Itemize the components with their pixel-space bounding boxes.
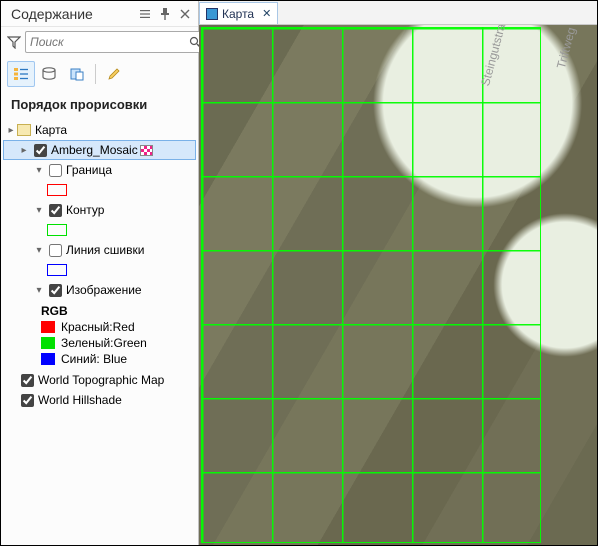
panel-toolbar — [1, 57, 198, 93]
tree-image-node[interactable]: ▾ Изображение — [3, 280, 196, 300]
search-row: ▾ — [1, 27, 198, 57]
tab-map[interactable]: Карта ✕ — [199, 2, 278, 24]
expander-icon[interactable]: ▸ — [18, 144, 30, 156]
contour-swatch — [47, 224, 67, 236]
boundary-swatch — [47, 184, 67, 196]
toolbar-separator — [95, 64, 96, 84]
seamline-swatch — [47, 264, 67, 276]
map-icon — [17, 124, 31, 136]
tree-contour-node[interactable]: ▾ Контур — [3, 200, 196, 220]
green-swatch — [41, 337, 55, 349]
expander-icon[interactable]: ▾ — [33, 164, 45, 176]
tree-label: World Hillshade — [38, 393, 122, 407]
map-view[interactable]: Steingutstraße Triftweg — [199, 25, 597, 545]
pin-icon[interactable] — [158, 7, 172, 21]
rgb-red-row: Красный:Red — [41, 320, 196, 334]
visibility-checkbox[interactable] — [21, 374, 34, 387]
expander-icon[interactable]: ▸ — [5, 124, 17, 136]
contour-grid-overlay — [201, 27, 541, 543]
tree-topo-node[interactable]: World Topographic Map — [3, 370, 196, 390]
options-icon[interactable] — [138, 7, 152, 21]
visibility-checkbox[interactable] — [49, 204, 62, 217]
tree-label: Контур — [66, 203, 104, 217]
expander-icon[interactable]: ▾ — [33, 204, 45, 216]
rgb-text: Синий: Blue — [61, 352, 127, 366]
close-icon[interactable]: ✕ — [262, 7, 271, 20]
visibility-checkbox[interactable] — [49, 244, 62, 257]
visibility-checkbox[interactable] — [49, 284, 62, 297]
layer-tree: ▸ Карта ▸ Amberg_Mosaic ▾ Граница ▾ Конт… — [1, 118, 198, 545]
tree-seamline-node[interactable]: ▾ Линия сшивки — [3, 240, 196, 260]
rgb-green-row: Зеленый:Green — [41, 336, 196, 350]
list-by-selection-button[interactable] — [63, 61, 91, 87]
map-tab-icon — [206, 8, 218, 20]
list-by-drawing-order-button[interactable] — [7, 61, 35, 87]
blue-swatch — [41, 353, 55, 365]
rgb-text: Зеленый:Green — [61, 336, 147, 350]
tree-mosaic-node[interactable]: ▸ Amberg_Mosaic — [3, 140, 196, 160]
contents-panel: Содержание ▾ — [1, 1, 199, 545]
panel-header: Содержание — [1, 1, 198, 27]
visibility-checkbox[interactable] — [34, 144, 47, 157]
tab-bar: Карта ✕ — [199, 1, 597, 25]
visibility-checkbox[interactable] — [21, 394, 34, 407]
mosaic-icon — [140, 145, 153, 156]
expander-icon[interactable]: ▾ — [33, 284, 45, 296]
visibility-checkbox[interactable] — [49, 164, 62, 177]
tab-label: Карта — [222, 7, 254, 21]
tree-label: Линия сшивки — [66, 243, 144, 257]
tree-label: Граница — [66, 163, 112, 177]
close-icon[interactable] — [178, 7, 192, 21]
list-by-editing-button[interactable] — [100, 61, 128, 87]
filter-icon[interactable] — [7, 32, 21, 52]
rgb-label: RGB — [41, 304, 196, 318]
tree-label: World Topographic Map — [38, 373, 164, 387]
list-by-source-button[interactable] — [35, 61, 63, 87]
tree-label: Amberg_Mosaic — [51, 143, 138, 157]
section-title: Порядок прорисовки — [1, 93, 198, 118]
expander-icon[interactable]: ▾ — [33, 244, 45, 256]
tree-map-node[interactable]: ▸ Карта — [3, 120, 196, 140]
main-area: Карта ✕ Steingutstraße Triftweg — [199, 1, 597, 545]
rgb-text: Красный:Red — [61, 320, 135, 334]
search-input[interactable] — [30, 33, 187, 51]
red-swatch — [41, 321, 55, 333]
rgb-blue-row: Синий: Blue — [41, 352, 196, 366]
panel-title: Содержание — [11, 6, 138, 22]
tree-label: Карта — [35, 123, 67, 137]
search-box: ▾ — [25, 31, 220, 53]
basemap-street-labels: Steingutstraße Triftweg — [452, 31, 591, 55]
tree-boundary-node[interactable]: ▾ Граница — [3, 160, 196, 180]
tree-hillshade-node[interactable]: World Hillshade — [3, 390, 196, 410]
tree-label: Изображение — [66, 283, 142, 297]
